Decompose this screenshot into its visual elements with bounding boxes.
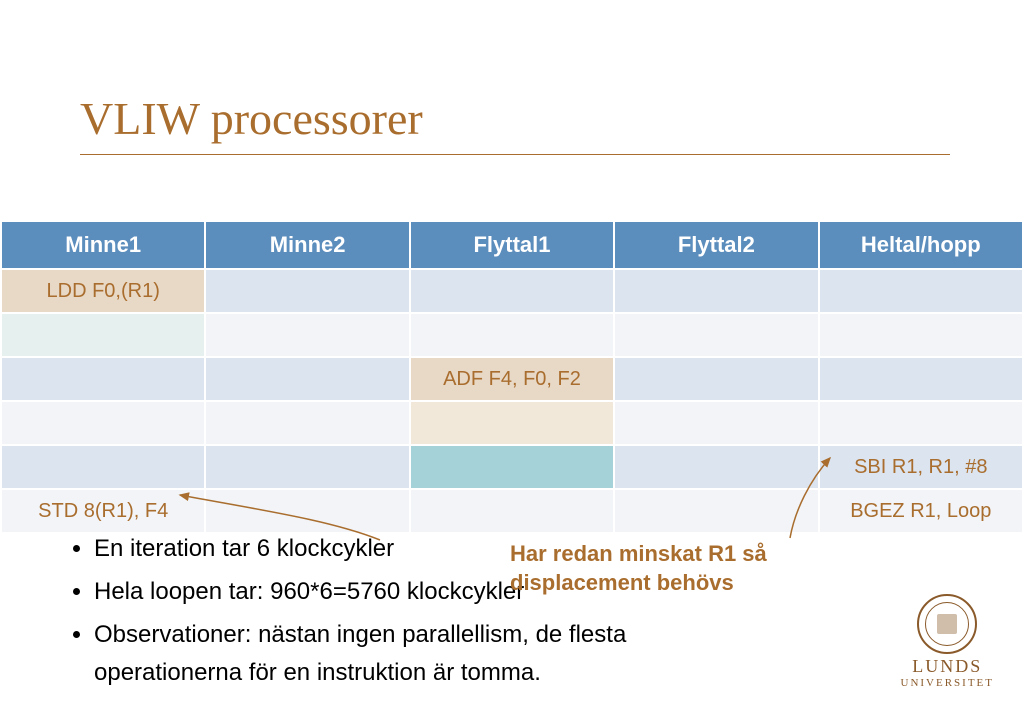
cell <box>615 270 817 312</box>
cell: LDD F0,(R1) <box>2 270 204 312</box>
cell <box>615 490 817 532</box>
slide-title: VLIW processorer <box>80 92 423 145</box>
table-row: SBI R1, R1, #8 <box>2 446 1022 488</box>
table-row: ADF F4, F0, F2 <box>2 358 1022 400</box>
col-flyttal2: Flyttal2 <box>615 222 817 268</box>
table-row: LDD F0,(R1) <box>2 270 1022 312</box>
bullet-item: Observationer: nästan ingen parallellism… <box>94 616 634 690</box>
cell <box>2 402 204 444</box>
cell <box>615 402 817 444</box>
logo-sub: UNIVERSITET <box>901 677 995 689</box>
cell: SBI R1, R1, #8 <box>820 446 1022 488</box>
cell <box>206 402 408 444</box>
title-rule <box>80 154 950 155</box>
cell <box>2 314 204 356</box>
table-row: STD 8(R1), F4 BGEZ R1, Loop <box>2 490 1022 532</box>
cell <box>411 402 613 444</box>
seal-icon <box>917 594 977 654</box>
cell <box>206 446 408 488</box>
logo-name: LUNDS <box>901 656 995 677</box>
vliw-schedule-table: Minne1 Minne2 Flyttal1 Flyttal2 Heltal/h… <box>0 220 1024 534</box>
table-row <box>2 314 1022 356</box>
cell: ADF F4, F0, F2 <box>411 358 613 400</box>
cell: BGEZ R1, Loop <box>820 490 1022 532</box>
col-heltal: Heltal/hopp <box>820 222 1022 268</box>
cell <box>206 358 408 400</box>
cell <box>820 358 1022 400</box>
cell <box>206 270 408 312</box>
cell <box>820 270 1022 312</box>
col-minne2: Minne2 <box>206 222 408 268</box>
university-logo: LUNDS UNIVERSITET <box>901 594 995 689</box>
slide: VLIW processorer Minne1 Minne2 Flyttal1 … <box>0 0 1024 709</box>
cell <box>615 358 817 400</box>
col-minne1: Minne1 <box>2 222 204 268</box>
cell <box>820 314 1022 356</box>
table-row <box>2 402 1022 444</box>
annotation-text: Har redan minskat R1 så displacement beh… <box>510 540 830 597</box>
cell <box>411 270 613 312</box>
cell: STD 8(R1), F4 <box>2 490 204 532</box>
col-flyttal1: Flyttal1 <box>411 222 613 268</box>
cell <box>820 402 1022 444</box>
cell <box>206 314 408 356</box>
cell <box>2 358 204 400</box>
table-header-row: Minne1 Minne2 Flyttal1 Flyttal2 Heltal/h… <box>2 222 1022 268</box>
cell <box>2 446 204 488</box>
cell <box>206 490 408 532</box>
cell <box>411 490 613 532</box>
cell <box>615 446 817 488</box>
cell <box>411 314 613 356</box>
cell <box>615 314 817 356</box>
cell <box>411 446 613 488</box>
